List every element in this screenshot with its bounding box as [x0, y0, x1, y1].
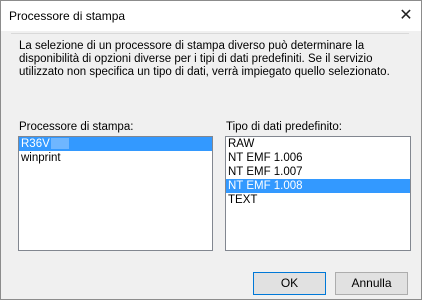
ok-button[interactable]: OK — [253, 272, 326, 295]
list-item-label: TEXT — [228, 194, 258, 206]
list-item-label: NT EMF 1.008 — [228, 180, 303, 192]
datatype-listbox[interactable]: RAW NT EMF 1.006 NT EMF 1.007 NT EMF 1.0… — [225, 136, 411, 251]
list-item-text[interactable]: TEXT — [226, 193, 410, 207]
list-item-label: winprint — [21, 152, 61, 164]
dialog-title: Processore di stampa — [9, 9, 126, 23]
list-item-label: NT EMF 1.006 — [228, 152, 303, 164]
processor-list-label: Processore di stampa: — [19, 121, 134, 133]
content-panel: La selezione di un processore di stampa … — [11, 33, 411, 258]
processor-listbox[interactable]: R36V winprint — [18, 136, 213, 251]
list-item-label: R36V — [21, 138, 50, 150]
list-item-nt-emf-1006[interactable]: NT EMF 1.006 — [226, 151, 410, 165]
close-icon[interactable]: ✕ — [391, 1, 421, 31]
list-item-label: RAW — [228, 138, 255, 150]
list-item-label: NT EMF 1.007 — [228, 166, 303, 178]
dialog-body: La selezione di un processore di stampa … — [1, 31, 421, 299]
cancel-button[interactable]: Annulla — [335, 272, 408, 295]
list-item-nt-emf-1007[interactable]: NT EMF 1.007 — [226, 165, 410, 179]
title-bar: Processore di stampa ✕ — [1, 1, 421, 31]
list-item-nt-emf-1008[interactable]: NT EMF 1.008 — [226, 179, 410, 193]
description-text: La selezione di un processore di stampa … — [19, 40, 390, 78]
redacted-block — [50, 138, 69, 150]
list-item-raw[interactable]: RAW — [226, 137, 410, 151]
list-item-winprint[interactable]: winprint — [19, 151, 212, 165]
list-item-r36v[interactable]: R36V — [19, 137, 212, 151]
datatype-list-label: Tipo di dati predefinito: — [226, 121, 342, 133]
print-processor-dialog: Processore di stampa ✕ La selezione di u… — [0, 0, 422, 300]
